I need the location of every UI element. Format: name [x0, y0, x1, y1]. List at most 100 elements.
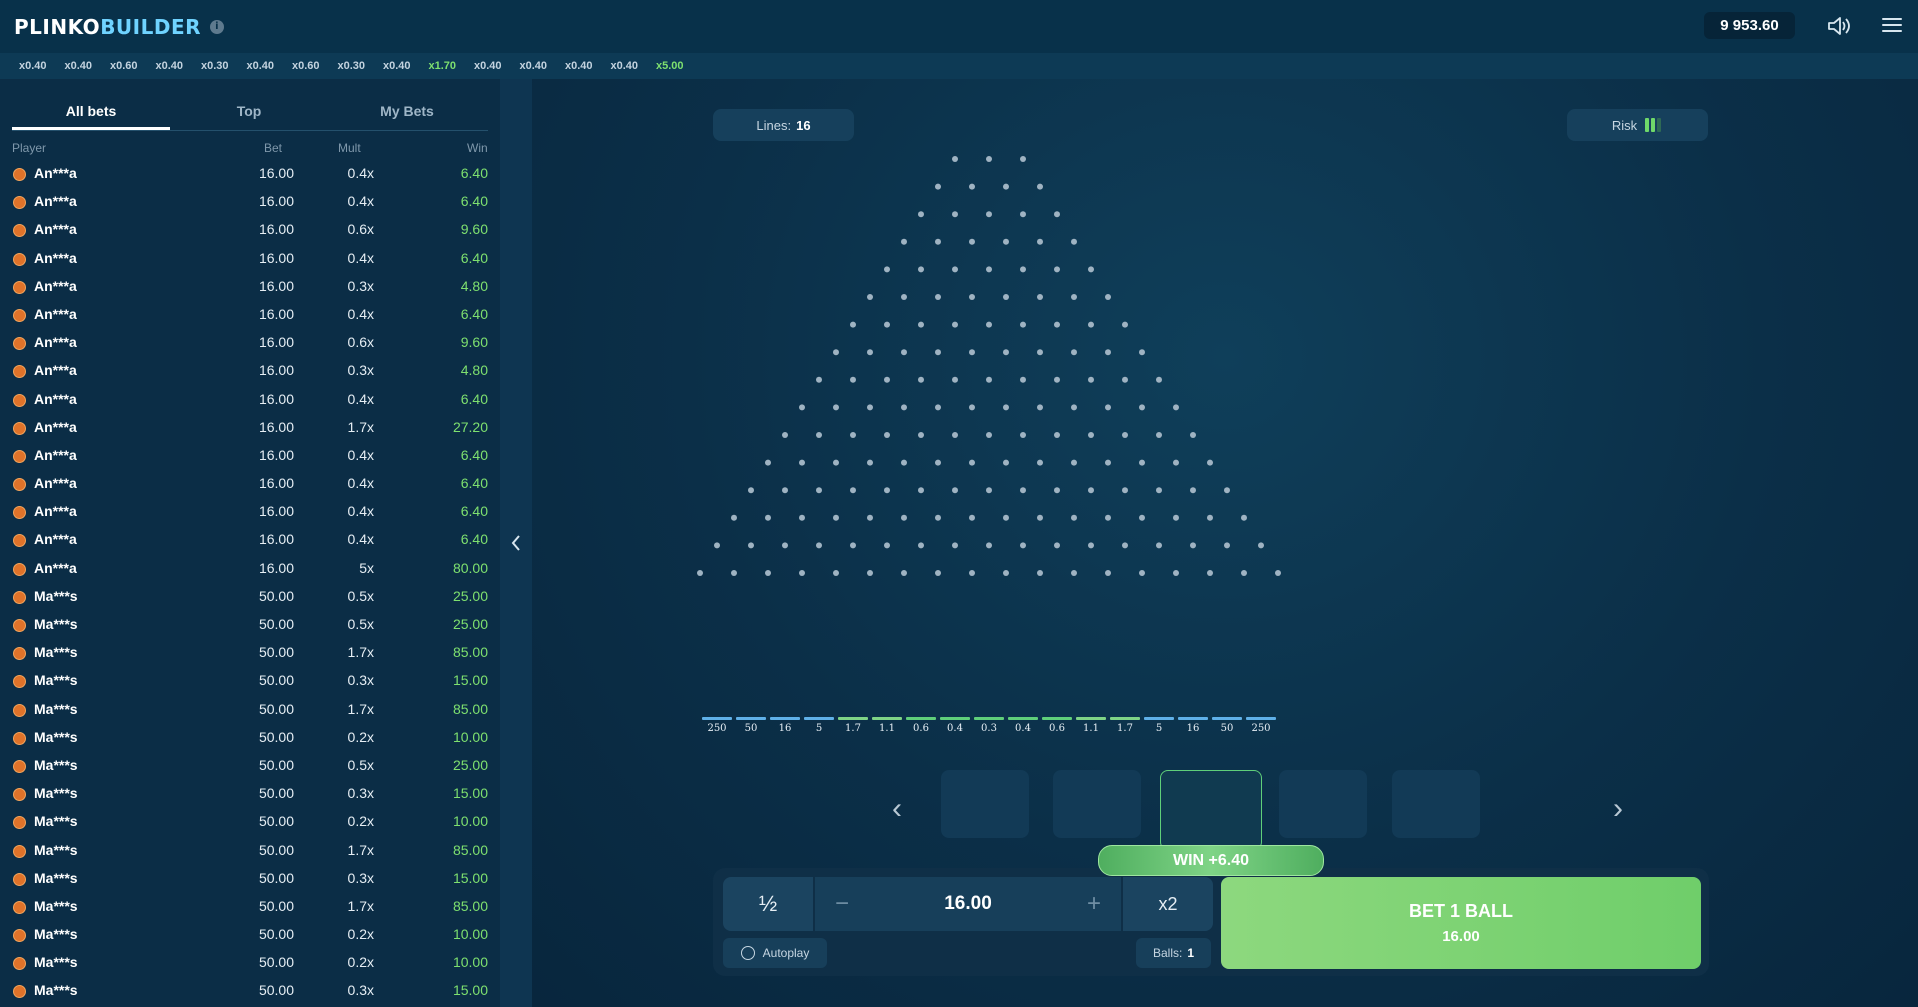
peg: [1207, 570, 1213, 576]
player-name: An***a: [34, 277, 77, 294]
peg: [1037, 294, 1043, 300]
info-icon[interactable]: i: [210, 19, 225, 34]
peg: [1037, 238, 1043, 245]
peg: [884, 321, 890, 328]
peg: [986, 542, 992, 549]
peg: [782, 432, 788, 438]
mult-value: 0.2x: [347, 954, 374, 971]
player-name: Ma***s: [34, 869, 78, 886]
table-row: An***a 16.00 0.4x 6.40: [12, 498, 488, 526]
peg: [952, 432, 958, 438]
next-preset-arrow[interactable]: ›: [1613, 792, 1623, 826]
table-row: An***a 16.00 0.4x 6.40: [12, 386, 488, 414]
peg: [901, 349, 907, 356]
prev-preset-arrow[interactable]: ‹: [892, 792, 902, 826]
history-item: x0.40: [610, 60, 639, 72]
avatar: [13, 816, 26, 830]
win-value: 85.00: [452, 897, 488, 914]
history-item: x0.60: [292, 60, 320, 72]
decrease-bet-button[interactable]: −: [815, 877, 869, 931]
win-value: 6.40: [460, 305, 488, 322]
peg: [1003, 238, 1009, 245]
peg: [1054, 376, 1060, 383]
avatar: [13, 280, 26, 294]
peg: [1037, 570, 1043, 576]
win-value: 6.40: [460, 446, 488, 463]
peg: [1071, 514, 1077, 521]
avatar: [13, 393, 26, 407]
peg: [918, 321, 924, 328]
mult-value: 1.7x: [347, 418, 374, 435]
board-preset-thumbnail[interactable]: [1279, 770, 1367, 838]
mult-value: 1.7x: [347, 700, 374, 717]
autoplay-button[interactable]: Autoplay: [723, 938, 827, 968]
collapse-panel-button[interactable]: [500, 79, 532, 1007]
peg: [901, 238, 907, 245]
board-preset-thumbnail[interactable]: [1053, 770, 1141, 838]
peg: [765, 514, 771, 521]
bet-amount-value[interactable]: 16.00: [869, 877, 1067, 931]
table-row: An***a 16.00 0.4x 6.40: [12, 245, 488, 273]
peg: [901, 514, 907, 521]
sound-icon[interactable]: [1826, 15, 1852, 37]
avatar: [13, 788, 26, 802]
peg: [867, 404, 873, 411]
peg: [918, 487, 924, 494]
balls-selector[interactable]: Balls: 1: [1136, 938, 1211, 968]
double-bet-button[interactable]: x2: [1123, 877, 1213, 931]
bet-value: 50.00: [258, 700, 294, 717]
peg: [1156, 376, 1162, 383]
history-item: x0.40: [474, 60, 502, 72]
hamburger-menu-icon[interactable]: [1882, 18, 1902, 34]
player-name: An***a: [34, 503, 77, 520]
peg: [782, 542, 788, 549]
board-preset-thumbnail[interactable]: [1160, 770, 1262, 850]
table-row: An***a 16.00 5x 80.00: [12, 555, 488, 583]
tab-all-bets[interactable]: All bets: [12, 99, 170, 130]
increase-bet-button[interactable]: +: [1067, 877, 1121, 931]
peg: [1122, 321, 1128, 328]
win-value: 6.40: [460, 503, 488, 520]
multiplier-slot-label: 250: [1251, 723, 1271, 734]
peg: [952, 487, 958, 494]
bet-button[interactable]: BET 1 BALL 16.00: [1221, 877, 1701, 969]
multiplier-slot: [1042, 717, 1072, 720]
peg: [1003, 294, 1009, 300]
player-name: An***a: [34, 475, 77, 492]
peg: [935, 294, 941, 300]
peg: [816, 432, 822, 438]
peg: [952, 321, 958, 328]
player-name: Ma***s: [34, 756, 78, 773]
game-area: Lines: 16 Risk 250 50 16 5 1.7 1.1 0.6 0.4 0.3 0.4…: [532, 79, 1918, 1007]
half-bet-button[interactable]: ½: [723, 877, 813, 931]
mult-value: 5x: [359, 559, 374, 576]
peg: [867, 514, 873, 521]
tab-top[interactable]: Top: [170, 99, 328, 130]
multiplier-slot-label: 250: [707, 723, 727, 734]
peg: [918, 542, 924, 549]
avatar: [13, 506, 26, 520]
win-value: 15.00: [452, 982, 488, 999]
player-name: Ma***s: [34, 785, 78, 802]
peg: [748, 487, 754, 494]
peg: [1139, 349, 1145, 356]
bet-value: 16.00: [258, 503, 294, 520]
tab-my-bets[interactable]: My Bets: [328, 99, 486, 130]
mult-value: 0.3x: [347, 277, 374, 294]
win-value: 9.60: [460, 221, 488, 238]
peg: [697, 570, 703, 576]
avatar: [13, 337, 26, 351]
board-preset-thumbnail[interactable]: [941, 770, 1029, 838]
peg: [1003, 514, 1009, 521]
mult-value: 0.2x: [347, 926, 374, 943]
peg: [1105, 459, 1111, 466]
peg: [1054, 211, 1060, 218]
board-preset-thumbnail[interactable]: [1392, 770, 1480, 838]
table-row: Ma***s 50.00 0.5x 25.00: [12, 611, 488, 639]
avatar: [13, 478, 26, 492]
win-value: 6.40: [460, 249, 488, 266]
peg: [986, 432, 992, 438]
multiplier-slot-label: 1.7: [845, 723, 861, 734]
peg: [1258, 542, 1264, 549]
table-row: An***a 16.00 0.4x 6.40: [12, 442, 488, 470]
